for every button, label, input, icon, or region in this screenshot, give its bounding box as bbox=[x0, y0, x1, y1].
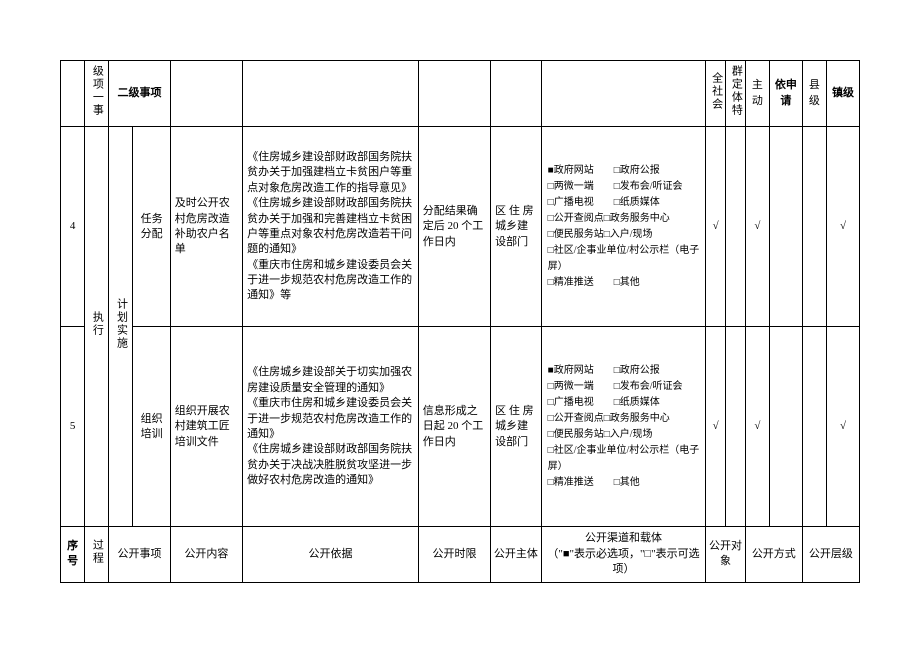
row4-county bbox=[802, 127, 826, 327]
hdr-blank4 bbox=[243, 61, 419, 127]
hdr-society: 全社会 bbox=[706, 61, 726, 127]
ftr-seq: 序号 bbox=[61, 527, 85, 582]
row5-basis: 《住房城乡建设部关于切实加强农房建设质量安全管理的通知》 《重庆市住房和城乡建设… bbox=[243, 327, 419, 527]
row4-basis: 《住房城乡建设部财政部国务院扶贫办关于加强建档立卡贫困户等重点对象危房改造工作的… bbox=[243, 127, 419, 327]
row5-subject: 区 住 房 城乡建设部门 bbox=[491, 327, 541, 527]
row4-soc: √ bbox=[706, 127, 726, 327]
row5-soc: √ bbox=[706, 327, 726, 527]
header-row-top: 级项一事 二级事项 全社会 群定体特 主动 依申请 县级 镇级 bbox=[61, 61, 860, 127]
hdr-county: 县级 bbox=[802, 61, 826, 127]
table-row: 4 执行 计划实施 任务分配 及时公开农村危房改造补助农户名单 《住房城乡建设部… bbox=[61, 127, 860, 327]
ftr-content: 公开内容 bbox=[170, 527, 242, 582]
row5-l3: 组织培训 bbox=[133, 327, 170, 527]
hdr-l1: 级项一事 bbox=[85, 61, 109, 127]
hdr-request: 依申请 bbox=[769, 61, 802, 127]
row5-req bbox=[769, 327, 802, 527]
ftr-basis: 公开依据 bbox=[243, 527, 419, 582]
ftr-level: 公开层级 bbox=[802, 527, 859, 582]
hdr-town: 镇级 bbox=[826, 61, 859, 127]
row5-town: √ bbox=[826, 327, 859, 527]
row4-grp bbox=[726, 127, 746, 327]
table-row: 5 组织培训 组织开展农村建筑工匠培训文件 《住房城乡建设部关于切实加强农房建设… bbox=[61, 327, 860, 527]
hdr-l2: 二级事项 bbox=[109, 61, 170, 127]
disclosure-table: 级项一事 二级事项 全社会 群定体特 主动 依申请 县级 镇级 4 执行 计划实… bbox=[60, 60, 860, 583]
row5-content: 组织开展农村建筑工匠培训文件 bbox=[170, 327, 242, 527]
row4-num: 4 bbox=[61, 127, 85, 327]
row4-town: √ bbox=[826, 127, 859, 327]
row5-active: √ bbox=[745, 327, 769, 527]
hdr-blank5 bbox=[418, 61, 490, 127]
hdr-blank3 bbox=[170, 61, 242, 127]
ftr-item: 公开事项 bbox=[109, 527, 170, 582]
row4-content: 及时公开农村危房改造补助农户名单 bbox=[170, 127, 242, 327]
ftr-channel: 公开渠道和载体 （"■"表示必选项，"□"表示可选项） bbox=[541, 527, 706, 582]
hdr-blank1 bbox=[61, 61, 85, 127]
ftr-time: 公开时限 bbox=[418, 527, 490, 582]
ftr-method: 公开方式 bbox=[745, 527, 802, 582]
row4-req bbox=[769, 127, 802, 327]
hdr-active: 主动 bbox=[745, 61, 769, 127]
exec-label: 执行 bbox=[85, 127, 109, 527]
plan-label: 计划实施 bbox=[109, 127, 133, 527]
hdr-blank7 bbox=[541, 61, 706, 127]
row5-channels: ■政府网站 □政府公报 □两微一端 □发布会/听证会 □广播电视 □纸质媒体 □… bbox=[541, 327, 706, 527]
row5-county bbox=[802, 327, 826, 527]
ftr-process: 过程 bbox=[85, 527, 109, 582]
hdr-blank6 bbox=[491, 61, 541, 127]
ftr-subject: 公开主体 bbox=[491, 527, 541, 582]
hdr-group: 群定体特 bbox=[726, 61, 746, 127]
row4-time: 分配结果确定后 20 个工作日内 bbox=[418, 127, 490, 327]
row4-subject: 区 住 房 城乡建设部门 bbox=[491, 127, 541, 327]
row5-grp bbox=[726, 327, 746, 527]
row4-l3: 任务分配 bbox=[133, 127, 170, 327]
row4-channels: ■政府网站 □政府公报 □两微一端 □发布会/听证会 □广播电视 □纸质媒体 □… bbox=[541, 127, 706, 327]
ftr-target: 公开对象 bbox=[706, 527, 746, 582]
row5-time: 信息形成之日起 20 个工作日内 bbox=[418, 327, 490, 527]
row5-num: 5 bbox=[61, 327, 85, 527]
row4-active: √ bbox=[745, 127, 769, 327]
